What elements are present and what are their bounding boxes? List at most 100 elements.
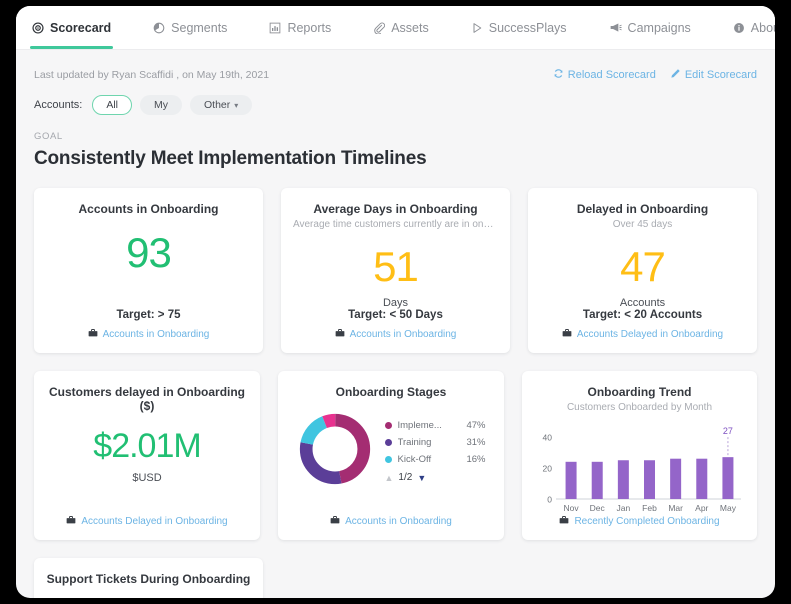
donut-chart xyxy=(297,411,373,492)
filter-pill-my[interactable]: My xyxy=(139,95,182,115)
card-metric-value: $2.01M xyxy=(93,427,201,465)
briefcase-icon xyxy=(559,515,569,528)
card-metric-unit: $USD xyxy=(132,472,162,484)
tab-label: Reports xyxy=(287,20,332,35)
card-link-accounts-in-onboarding[interactable]: Accounts in Onboarding xyxy=(330,515,452,528)
card-title: Onboarding Stages xyxy=(335,385,447,399)
tab-label: About xyxy=(750,20,775,35)
card-accounts-in-onboarding[interactable]: Accounts in Onboarding 93 Target: > 75 A… xyxy=(34,188,263,353)
card-support-tickets-during-onboarding[interactable]: Support Tickets During Onboarding 19 xyxy=(34,558,263,598)
card-link-label: Accounts in Onboarding xyxy=(102,329,210,340)
meta-actions: Reload Scorecard Edit Scorecard xyxy=(553,68,757,82)
tab-label: SuccessPlays xyxy=(488,20,567,35)
card-link-accounts-in-onboarding[interactable]: Accounts in Onboarding xyxy=(88,328,210,341)
page-title: Consistently Meet Implementation Timelin… xyxy=(34,148,427,169)
tab-campaigns[interactable]: Campaigns xyxy=(607,6,709,49)
page-down-icon[interactable]: ▼ xyxy=(417,473,426,483)
legend-label: Training xyxy=(397,437,432,448)
filter-pill-all[interactable]: All xyxy=(92,95,132,115)
briefcase-icon xyxy=(335,328,345,341)
card-link-label: Accounts Delayed in Onboarding xyxy=(576,329,724,340)
card-metric-unit: Days xyxy=(382,297,409,309)
app-window: Scorecard Segments Reports Assets Succes xyxy=(16,6,775,598)
pager-label: 1/2 xyxy=(398,472,413,483)
card-link-accounts-delayed-in-onboarding[interactable]: Accounts Delayed in Onboarding xyxy=(66,515,228,528)
refresh-icon xyxy=(553,68,564,82)
svg-text:20: 20 xyxy=(543,464,553,474)
tab-assets[interactable]: Assets xyxy=(371,6,447,49)
metric-card-grid-row-1: Accounts in Onboarding 93 Target: > 75 A… xyxy=(34,188,757,353)
card-link-accounts-delayed-in-onboarding[interactable]: Accounts Delayed in Onboarding xyxy=(562,328,723,341)
tab-label: Assets xyxy=(391,20,429,35)
briefcase-icon xyxy=(562,328,572,341)
tab-about[interactable]: About xyxy=(731,6,775,49)
legend-value: 47% xyxy=(466,420,486,431)
legend-item: Kick-Off 16% xyxy=(384,454,486,465)
card-subtitle: Average time customers currently are in … xyxy=(293,219,498,230)
card-title: Delayed in Onboarding xyxy=(576,202,709,216)
reload-scorecard-label: Reload Scorecard xyxy=(567,69,656,81)
card-link-label: Accounts in Onboarding xyxy=(345,516,452,527)
card-link-label: Accounts Delayed in Onboarding xyxy=(81,516,228,527)
bar-chart-icon xyxy=(269,22,281,34)
card-link-accounts-in-onboarding[interactable]: Accounts in Onboarding xyxy=(335,328,457,341)
svg-text:Feb: Feb xyxy=(642,503,657,513)
donut-legend: Impleme... 47% Training 31% Kick-Off 16% xyxy=(384,420,486,483)
svg-text:40: 40 xyxy=(543,433,553,443)
legend-color-swatch xyxy=(384,422,392,429)
bar-chart-wrap: 0 20 40 Nov Dec Jan Feb Mar Apr May 27 xyxy=(532,423,747,515)
briefcase-icon xyxy=(330,515,340,528)
card-title: Onboarding Trend xyxy=(587,385,692,399)
filter-pill-label: Other xyxy=(203,99,231,111)
metric-card-grid-row-2: Customers delayed in Onboarding ($) $2.0… xyxy=(34,371,757,540)
card-onboarding-trend[interactable]: Onboarding Trend Customers Onboarded by … xyxy=(522,371,757,540)
legend-color-swatch xyxy=(384,456,392,463)
card-metric-unit: Accounts xyxy=(619,297,666,309)
legend-item: Impleme... 47% xyxy=(384,420,486,431)
card-title: Accounts in Onboarding xyxy=(78,202,219,216)
tab-scorecard[interactable]: Scorecard xyxy=(30,6,129,49)
card-onboarding-stages[interactable]: Onboarding Stages Impleme... 47% Trainin… xyxy=(278,371,504,540)
card-delayed-in-onboarding[interactable]: Delayed in Onboarding Over 45 days 47 Ac… xyxy=(528,188,757,353)
card-title: Average Days in Onboarding xyxy=(313,202,478,216)
tab-successplays[interactable]: SuccessPlays xyxy=(469,6,585,49)
meta-row: Last updated by Ryan Scaffidi , on May 1… xyxy=(34,50,757,82)
megaphone-icon xyxy=(609,21,622,34)
edit-scorecard-label: Edit Scorecard xyxy=(684,69,757,81)
page-up-icon[interactable]: ▲ xyxy=(385,473,394,483)
card-customers-delayed-in-onboarding[interactable]: Customers delayed in Onboarding ($) $2.0… xyxy=(34,371,260,540)
card-link-recently-completed-onboarding[interactable]: Recently Completed Onboarding xyxy=(559,515,720,528)
bar-chart-svg: 0 20 40 Nov Dec Jan Feb Mar Apr May 27 xyxy=(543,426,741,513)
donut-chart-svg xyxy=(299,413,370,485)
card-metric-value: 51 xyxy=(373,243,419,290)
accounts-filter: Accounts: All My Other ▾ xyxy=(34,95,757,115)
briefcase-icon xyxy=(88,328,98,341)
card-title: Customers delayed in Onboarding ($) xyxy=(48,385,246,413)
card-link-label: Accounts in Onboarding xyxy=(349,329,457,340)
legend-value: 31% xyxy=(466,437,486,448)
filter-pill-label: All xyxy=(106,99,118,111)
filter-pill-other[interactable]: Other ▾ xyxy=(189,95,253,115)
svg-text:Jan: Jan xyxy=(616,503,630,513)
card-target: Target: < 50 Days xyxy=(348,309,443,321)
card-target: Target: < 20 Accounts xyxy=(582,309,703,321)
svg-text:May: May xyxy=(720,503,737,513)
metric-card-grid-row-3: Support Tickets During Onboarding 19 xyxy=(34,558,757,598)
tab-segments[interactable]: Segments xyxy=(151,6,245,49)
legend-item: Training 31% xyxy=(384,437,486,448)
briefcase-icon xyxy=(66,515,76,528)
legend-pager: ▲ 1/2 ▼ xyxy=(385,472,486,483)
tab-label: Scorecard xyxy=(50,20,112,35)
svg-text:Dec: Dec xyxy=(590,503,606,513)
target-icon xyxy=(32,21,44,34)
filter-pill-label: My xyxy=(153,99,168,111)
card-title: Support Tickets During Onboarding xyxy=(46,572,251,586)
tab-reports[interactable]: Reports xyxy=(267,6,349,49)
reload-scorecard-button[interactable]: Reload Scorecard xyxy=(553,68,656,82)
card-average-days-in-onboarding[interactable]: Average Days in Onboarding Average time … xyxy=(281,188,510,353)
card-link-label: Recently Completed Onboarding xyxy=(574,516,720,527)
svg-text:0: 0 xyxy=(547,495,552,505)
svg-text:Nov: Nov xyxy=(564,503,580,513)
last-updated-text: Last updated by Ryan Scaffidi , on May 1… xyxy=(34,69,270,81)
edit-scorecard-button[interactable]: Edit Scorecard xyxy=(670,68,757,82)
